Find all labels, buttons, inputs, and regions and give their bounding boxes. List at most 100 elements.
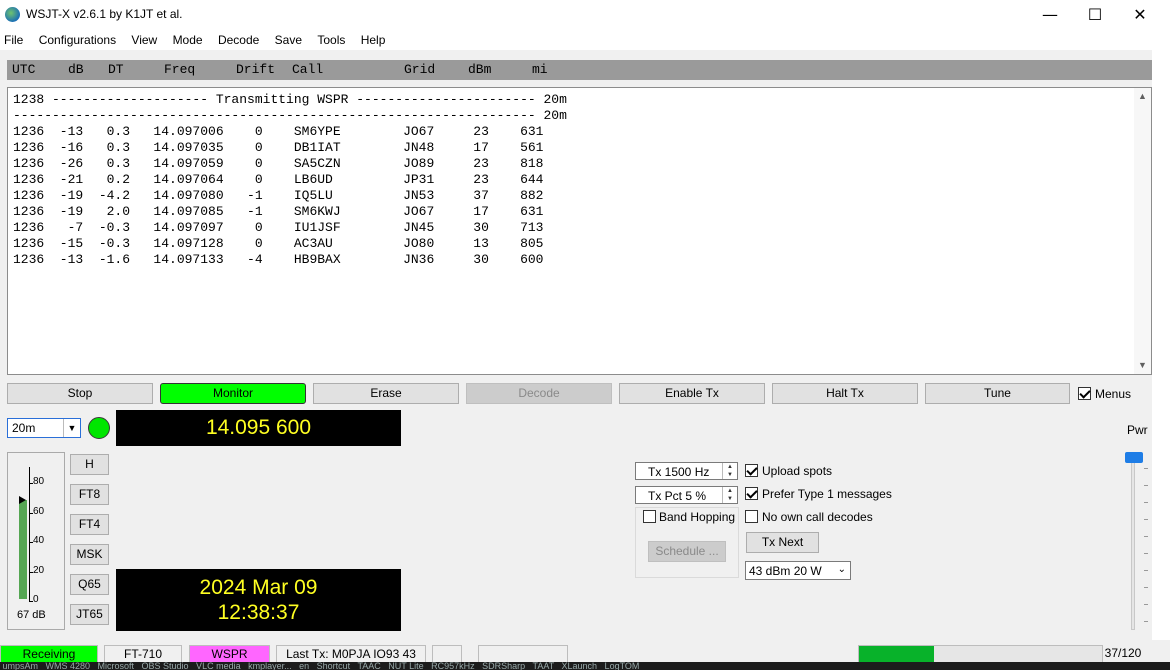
menu-view[interactable]: View	[125, 30, 163, 50]
meter-tick-label: 80	[33, 476, 45, 487]
power-slider-tick	[1144, 485, 1148, 486]
status-empty-2	[478, 645, 568, 663]
chevron-down-icon[interactable]: ▼	[63, 419, 80, 437]
maximize-icon[interactable]: ☐	[1072, 0, 1118, 30]
meter-axis	[29, 467, 30, 601]
mode-msk-button[interactable]: MSK	[70, 544, 109, 565]
clock-display: 2024 Mar 09 12:38:37	[116, 569, 401, 631]
tx-progress-fill	[859, 646, 934, 662]
menu-decode[interactable]: Decode	[212, 30, 265, 50]
menu-help[interactable]: Help	[355, 30, 392, 50]
power-value: 43 dBm 20 W	[749, 564, 822, 578]
decode-lines: 1238 -------------------- Transmitting W…	[13, 92, 567, 268]
spin-arrows-icon[interactable]: ▲ ▼	[722, 487, 737, 503]
menu-configurations[interactable]: Configurations	[33, 30, 122, 50]
scroll-down-icon[interactable]: ▼	[1134, 357, 1151, 374]
power-slider-tick	[1144, 502, 1148, 503]
pwr-label: Pwr	[1127, 423, 1148, 437]
prefer-type1-checkbox[interactable]	[745, 487, 758, 500]
upload-spots-label: Upload spots	[762, 464, 833, 478]
decode-line[interactable]: ----------------------------------------…	[13, 108, 567, 124]
schedule-button[interactable]: Schedule ...	[648, 541, 726, 562]
prefer-type1-label: Prefer Type 1 messages	[762, 487, 892, 501]
mode-ft8-button[interactable]: FT8	[70, 484, 109, 505]
decode-line[interactable]: 1236 -19 2.0 14.097085 -1 SM6KWJ JO67 17…	[13, 204, 567, 220]
power-slider-tick	[1144, 587, 1148, 588]
decode-line[interactable]: 1236 -26 0.3 14.097059 0 SA5CZN JO89 23 …	[13, 156, 567, 172]
taskbar-strip: umpsAm WMS 4280 Microsoft OBS Studio VLC…	[0, 662, 1170, 670]
tx-progress-bar	[858, 645, 1103, 663]
band-hopping-checkbox[interactable]	[643, 510, 656, 523]
col-mi: mi	[532, 62, 548, 77]
app-globe-icon	[5, 7, 20, 22]
decode-scrollbar[interactable]: ▲ ▼	[1134, 88, 1151, 374]
mode-ft4-button[interactable]: FT4	[70, 514, 109, 535]
erase-button[interactable]: Erase	[313, 383, 459, 404]
meter-level-bar	[19, 500, 27, 599]
chevron-down-icon[interactable]: ⌄	[838, 564, 846, 575]
col-utc: UTC	[12, 62, 36, 77]
decode-line[interactable]: 1238 -------------------- Transmitting W…	[13, 92, 567, 108]
decode-line[interactable]: 1236 -19 -4.2 14.097080 -1 IQ5LU JN53 37…	[13, 188, 567, 204]
minimize-icon[interactable]: —	[1027, 0, 1073, 30]
menus-checkbox[interactable]	[1078, 387, 1091, 400]
halt-tx-button[interactable]: Halt Tx	[772, 383, 918, 404]
tx-frequency-spinbox[interactable]: Tx 1500 Hz ▲ ▼	[635, 462, 738, 480]
power-slider-track[interactable]	[1131, 458, 1135, 630]
decode-line[interactable]: 1236 -15 -0.3 14.097128 0 AC3AU JO80 13 …	[13, 236, 567, 252]
meter-tick-label: 40	[33, 535, 45, 546]
status-last-tx: Last Tx: M0PJA IO93 43	[276, 645, 426, 663]
mode-q65-button[interactable]: Q65	[70, 574, 109, 595]
status-receiving: Receiving	[0, 645, 98, 663]
upload-spots-checkbox[interactable]	[745, 464, 758, 477]
power-slider-handle[interactable]	[1125, 452, 1143, 463]
power-select[interactable]: 43 dBm 20 W ⌄	[745, 561, 851, 580]
menu-mode[interactable]: Mode	[167, 30, 209, 50]
col-call: Call	[292, 62, 324, 77]
window-edge	[1152, 50, 1170, 640]
power-slider-tick	[1144, 553, 1148, 554]
no-own-call-label: No own call decodes	[762, 510, 873, 524]
menu-file[interactable]: File	[0, 30, 29, 50]
power-slider-tick	[1144, 519, 1148, 520]
decode-line[interactable]: 1236 -13 -1.6 14.097133 -4 HB9BAX JN36 3…	[13, 252, 567, 268]
menus-label: Menus	[1095, 387, 1132, 401]
decode-column-header: UTC dB DT Freq Drift Call Grid dBm mi	[7, 60, 1152, 80]
decode-line[interactable]: 1236 -7 -0.3 14.097097 0 IU1JSF JN45 30 …	[13, 220, 567, 236]
decode-line[interactable]: 1236 -13 0.3 14.097006 0 SM6YPE JO67 23 …	[13, 124, 567, 140]
mode-jt65-button[interactable]: JT65	[70, 604, 109, 625]
col-drift: Drift	[236, 62, 276, 77]
enable-tx-button[interactable]: Enable Tx	[619, 383, 765, 404]
power-slider-tick	[1144, 468, 1148, 469]
meter-db-readout: 67 dB	[17, 609, 46, 621]
col-db: dB	[68, 62, 84, 77]
meter-tick-label: 20	[33, 564, 45, 576]
band-hopping-label: Band Hopping	[659, 510, 736, 524]
spin-arrows-icon[interactable]: ▲ ▼	[722, 463, 737, 479]
decode-button[interactable]: Decode	[466, 383, 612, 404]
monitor-button[interactable]: Monitor	[160, 383, 306, 404]
scroll-up-icon[interactable]: ▲	[1134, 88, 1151, 105]
menu-save[interactable]: Save	[269, 30, 308, 50]
stop-button[interactable]: Stop	[7, 383, 153, 404]
no-own-call-checkbox[interactable]	[745, 510, 758, 523]
status-rig: FT-710	[104, 645, 182, 663]
menu-tools[interactable]: Tools	[311, 30, 351, 50]
band-select[interactable]: 20m ▼	[7, 418, 81, 438]
mode-h-button[interactable]: H	[70, 454, 109, 475]
tx-pct-spinbox[interactable]: Tx Pct 5 % ▲ ▼	[635, 486, 738, 504]
decode-line[interactable]: 1236 -16 0.3 14.097035 0 DB1IAT JN48 17 …	[13, 140, 567, 156]
decode-line[interactable]: 1236 -21 0.2 14.097064 0 LB6UD JP31 23 6…	[13, 172, 567, 188]
power-slider-tick	[1144, 536, 1148, 537]
tune-button[interactable]: Tune	[925, 383, 1070, 404]
band-value: 20m	[12, 421, 36, 435]
close-icon[interactable]: ✕	[1117, 0, 1163, 30]
status-mode: WSPR	[189, 645, 270, 663]
power-slider-tick	[1144, 604, 1148, 605]
meter-tick-label: 60	[33, 505, 45, 517]
tx-frequency-value: Tx 1500 Hz	[648, 465, 710, 479]
col-grid: Grid	[404, 62, 436, 77]
signal-meter: 80 60 40 20 0 67 dB	[7, 452, 65, 630]
decode-text-area[interactable]: 1238 -------------------- Transmitting W…	[7, 87, 1152, 375]
tx-next-button[interactable]: Tx Next	[746, 532, 819, 553]
